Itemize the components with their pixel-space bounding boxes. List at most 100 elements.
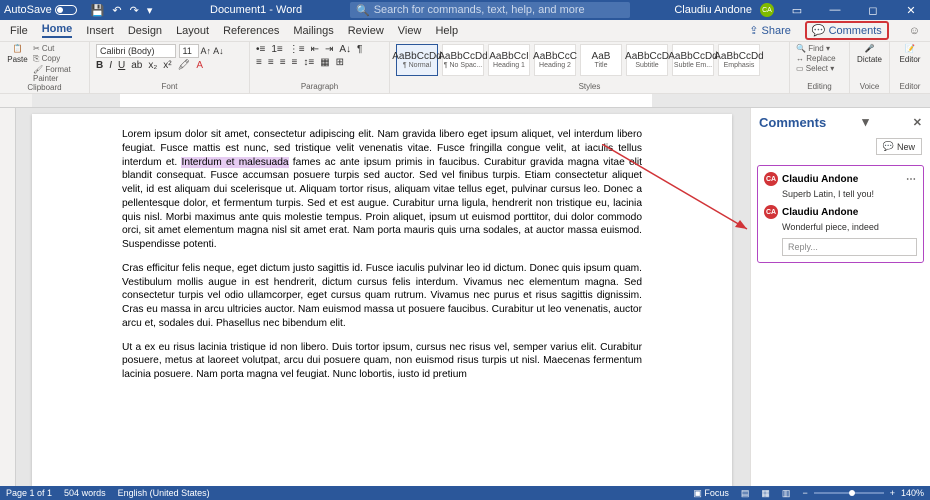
tab-design[interactable]: Design [128,25,162,37]
font-name-combo[interactable]: Calibri (Body) [96,44,176,58]
view-read-icon[interactable]: ▤ [741,488,750,499]
style-item[interactable]: AaBbCcDd¶ No Spac... [442,44,484,76]
italic-button[interactable]: I [109,60,112,71]
body-paragraph[interactable]: Ut a ex eu risus lacinia tristique id no… [122,341,642,382]
show-marks-button[interactable]: ¶ [357,44,362,55]
paste-button[interactable]: 📋 Paste [6,44,29,64]
body-paragraph[interactable]: Cras efficitur felis neque, eget dictum … [122,262,642,331]
align-right-button[interactable]: ≡ [280,57,286,68]
tab-references[interactable]: References [223,25,279,37]
user-name[interactable]: Claudiu Andone [674,4,752,16]
zoom-level[interactable]: 140% [901,488,924,498]
justify-button[interactable]: ≡ [292,57,298,68]
tab-insert[interactable]: Insert [86,25,114,37]
new-comment-icon: 💬 [883,141,894,152]
tab-file[interactable]: File [10,25,28,37]
strike-button[interactable]: ab [131,60,142,71]
style-item[interactable]: AaBbCcIHeading 1 [488,44,530,76]
editor-icon: 📝 [905,44,915,53]
vertical-ruler[interactable] [0,108,16,486]
zoom-out-icon[interactable]: − [802,488,807,498]
body-paragraph[interactable]: Lorem ipsum dolor sit amet, consectetur … [122,128,642,252]
language-indicator[interactable]: English (United States) [118,488,210,498]
search-box[interactable]: 🔍 Search for commands, text, help, and m… [350,2,630,18]
highlight-button[interactable]: 🖍 [178,60,191,71]
style-item[interactable]: AaBbCcDdEmphasis [718,44,760,76]
commented-text[interactable]: Interdum et malesuada [181,157,288,168]
line-spacing-button[interactable]: ↕≡ [303,57,314,68]
numbering-button[interactable]: 1≡ [271,44,282,55]
page-indicator[interactable]: Page 1 of 1 [6,488,52,498]
tab-home[interactable]: Home [42,23,73,38]
replace-button[interactable]: ↔ Replace [796,54,836,63]
tab-review[interactable]: Review [348,25,384,37]
select-button[interactable]: ▭ Select ▾ [796,64,836,73]
minimize-icon[interactable]: — [820,4,850,16]
styles-gallery[interactable]: AaBbCcDd¶ NormalAaBbCcDd¶ No Spac...AaBb… [396,44,783,82]
font-size-combo[interactable]: 11 [179,44,199,58]
group-font-label: Font [96,82,243,91]
find-button[interactable]: 🔍 Find ▾ [796,44,836,53]
bold-button[interactable]: B [96,60,103,71]
bullets-button[interactable]: •≡ [256,44,265,55]
title-bar: AutoSave 💾 ↶ ↷ ▾ Document1 - Word 🔍 Sear… [0,0,930,20]
grow-font-icon[interactable]: A↑ [201,46,212,56]
style-item[interactable]: AaBbCcDd¶ Normal [396,44,438,76]
horizontal-ruler[interactable] [0,94,930,108]
redo-icon[interactable]: ↷ [130,4,139,17]
sort-button[interactable]: A↓ [339,44,351,55]
share-button[interactable]: ⇪Share [749,24,791,37]
superscript-button[interactable]: x² [163,60,171,71]
close-pane-icon[interactable]: ✕ [913,116,922,129]
ribbon-options-icon[interactable]: ▭ [782,4,812,17]
shrink-font-icon[interactable]: A↓ [213,46,224,56]
underline-button[interactable]: U [118,60,125,71]
tab-mailings[interactable]: Mailings [293,25,333,37]
shading-button[interactable]: ▦ [320,57,329,68]
undo-icon[interactable]: ↶ [112,4,121,17]
tab-view[interactable]: View [398,25,422,37]
borders-button[interactable]: ⊞ [336,57,344,68]
maximize-icon[interactable]: ◻ [858,4,888,17]
copy-button[interactable]: ⎘ Copy [33,54,83,64]
reply-input[interactable]: Reply... [782,238,917,256]
focus-mode-button[interactable]: ▣ Focus [693,488,729,499]
user-avatar[interactable]: CA [760,3,774,17]
qat-dropdown-icon[interactable]: ▾ [147,4,153,17]
style-item[interactable]: AaBbCcDSubtitle [626,44,668,76]
comments-button[interactable]: 💬Comments [805,21,889,40]
autosave-toggle[interactable]: AutoSave [4,4,77,16]
editor-button[interactable]: 📝Editor [896,44,924,64]
align-left-button[interactable]: ≡ [256,57,262,68]
tab-layout[interactable]: Layout [176,25,209,37]
tab-help[interactable]: Help [435,25,458,37]
save-icon[interactable]: 💾 [91,4,105,17]
comment-menu-icon[interactable]: ⋯ [906,174,917,185]
zoom-slider[interactable] [814,492,884,494]
close-icon[interactable]: ✕ [896,4,926,17]
style-item[interactable]: AaBTitle [580,44,622,76]
style-item[interactable]: AaBbCcCHeading 2 [534,44,576,76]
comment-thread[interactable]: CA Claudiu Andone ⋯ Superb Latin, I tell… [757,165,924,263]
indent-inc-button[interactable]: ⇥ [325,44,333,55]
word-count[interactable]: 504 words [64,488,106,498]
align-center-button[interactable]: ≡ [268,57,274,68]
cut-button[interactable]: ✂ Cut [33,44,83,53]
chevron-down-icon[interactable]: ▾ [862,114,869,130]
feedback-icon[interactable]: ☺ [909,25,920,37]
group-paragraph-label: Paragraph [256,82,383,91]
comment-author: Claudiu Andone [782,174,858,185]
multilevel-button[interactable]: ⋮≡ [289,44,305,55]
subscript-button[interactable]: x₂ [148,60,157,71]
font-color-button[interactable]: A [196,60,203,71]
indent-dec-button[interactable]: ⇤ [311,44,319,55]
view-print-icon[interactable]: ▦ [761,488,770,499]
style-item[interactable]: AaBbCcDdSubtle Em... [672,44,714,76]
zoom-in-icon[interactable]: + [890,488,895,498]
zoom-control[interactable]: − + 140% [802,488,924,498]
new-comment-button[interactable]: 💬New [876,138,922,155]
dictate-button[interactable]: 🎤Dictate [856,44,883,64]
document-page[interactable]: Lorem ipsum dolor sit amet, consectetur … [32,114,732,486]
view-web-icon[interactable]: ▥ [782,488,791,499]
format-painter-button[interactable]: 🖌 Format Painter [33,65,83,83]
